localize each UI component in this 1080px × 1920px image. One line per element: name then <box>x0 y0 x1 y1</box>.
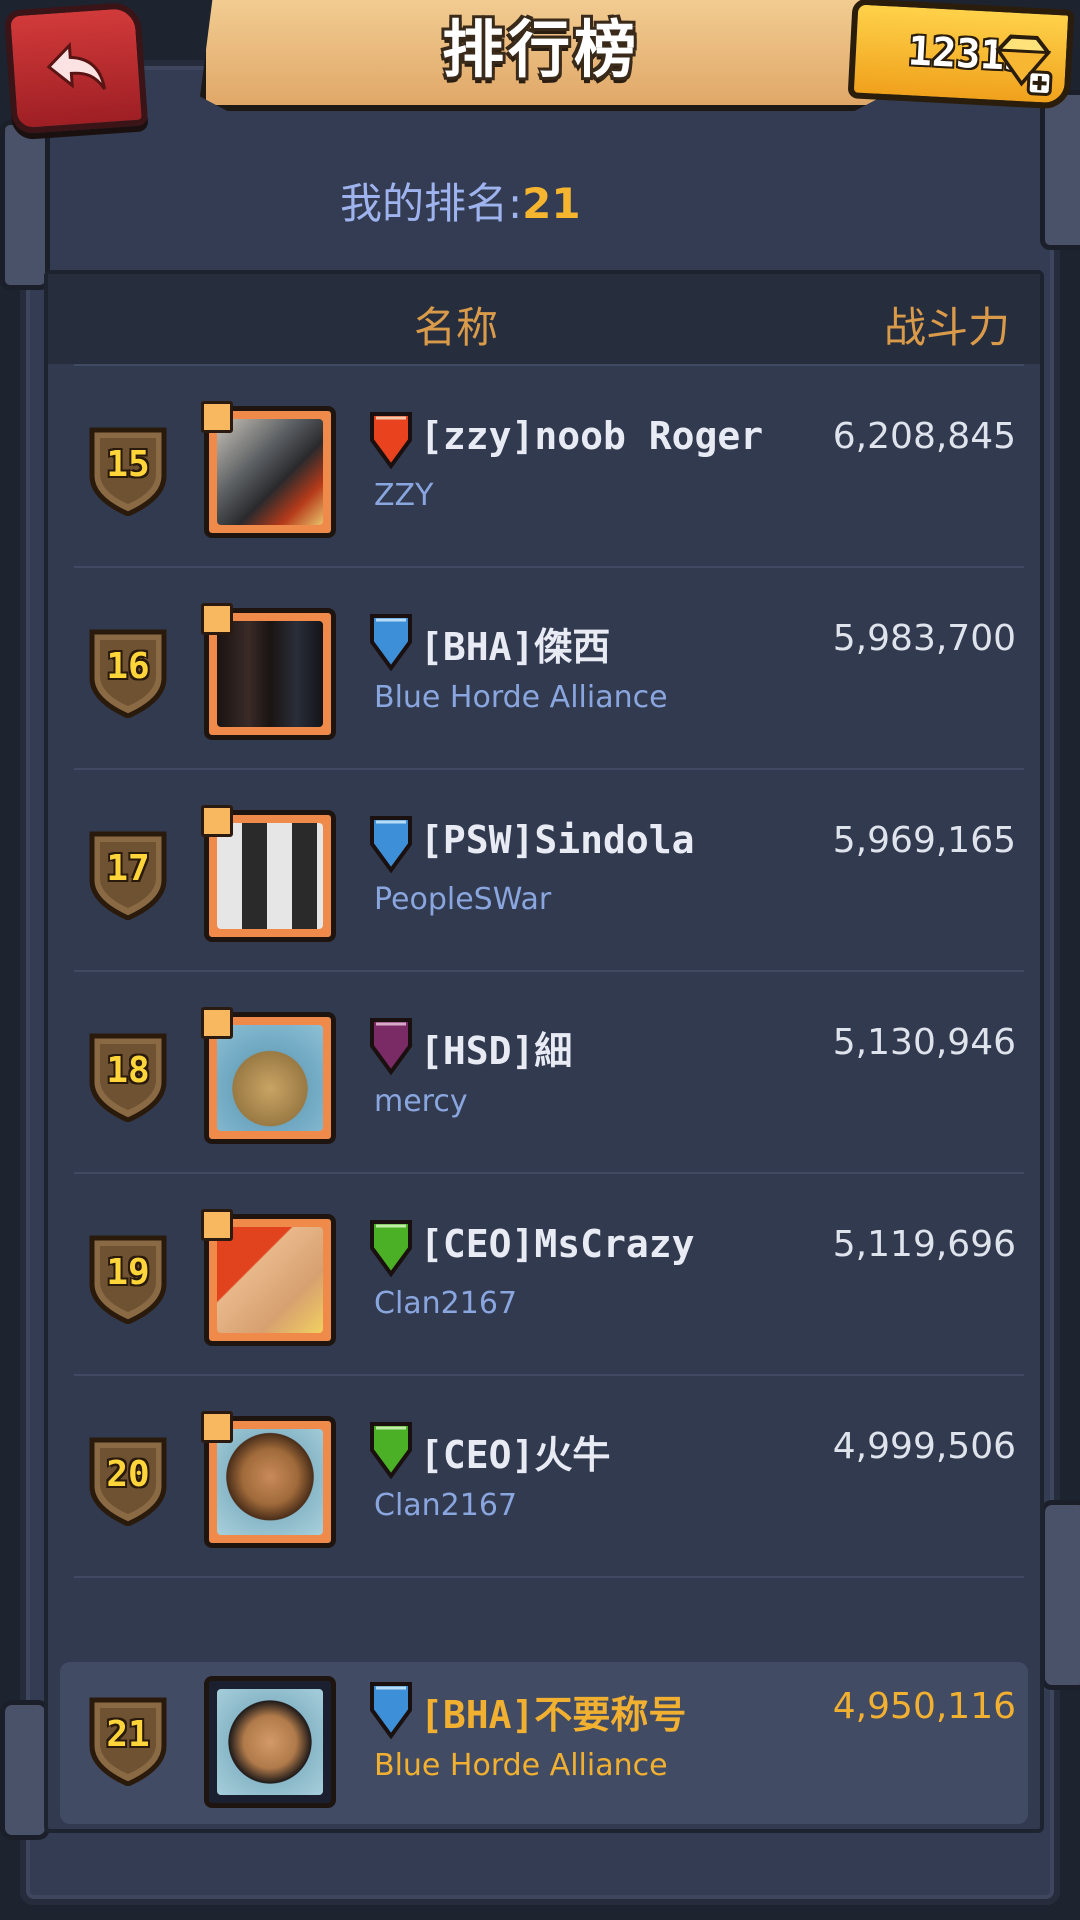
rank-number: 17 <box>106 848 150 889</box>
column-header-power: 战斗力 <box>883 303 1010 352</box>
rank-shield-icon: 18 <box>88 1030 168 1123</box>
clan-flag-icon <box>370 1018 412 1076</box>
clan-name: Blue Horde Alliance <box>374 680 668 715</box>
battle-power: 5,983,700 <box>832 618 1016 659</box>
player-avatar <box>201 1209 336 1346</box>
player-name: [BHA]傑西 <box>420 625 611 669</box>
rank-number: 18 <box>106 1050 150 1091</box>
battle-power: 4,950,116 <box>832 1686 1016 1727</box>
my-table-row[interactable]: 21 [BHA]不要称号 Blue Horde Alliance 4,950,1… <box>60 1662 1028 1824</box>
rock-decoration <box>0 1700 50 1840</box>
rank-shield-icon: 16 <box>88 626 168 719</box>
badge-icon <box>201 1209 233 1241</box>
player-name: [BHA]不要称号 <box>420 1693 687 1737</box>
rank-number: 16 <box>106 646 150 687</box>
player-name: [HSD]細 <box>420 1029 573 1073</box>
badge-icon <box>201 805 233 837</box>
rock-decoration <box>0 120 50 290</box>
battle-power: 5,969,165 <box>832 820 1016 861</box>
rock-decoration <box>1040 1500 1080 1690</box>
player-name: [PSW]Sindola <box>420 818 695 862</box>
leaderboard-table[interactable]: 名称 战斗力 Blue Horde Alliance 15 <box>44 270 1044 1833</box>
player-name: [CEO]MsCrazy <box>420 1222 695 1266</box>
battle-power: 6,208,845 <box>832 416 1016 457</box>
gem-counter[interactable]: 12313 <box>847 0 1075 110</box>
clan-flag-icon <box>370 412 412 470</box>
table-row[interactable]: 20 [CEO]火牛 Clan2167 4,999,506 <box>48 1376 1040 1578</box>
table-header: 名称 战斗力 <box>48 274 1040 364</box>
badge-icon <box>201 1007 233 1039</box>
clan-name: ZZY <box>374 478 434 513</box>
table-row[interactable]: 19 [CEO]MsCrazy Clan2167 5,119,696 <box>48 1174 1040 1376</box>
clan-flag-icon <box>370 1422 412 1480</box>
clan-flag-icon <box>370 1220 412 1278</box>
clan-flag-icon <box>370 614 412 672</box>
badge-icon <box>201 401 233 433</box>
badge-icon <box>201 1411 233 1443</box>
column-header-name: 名称 <box>414 303 499 352</box>
badge-icon <box>201 603 233 635</box>
player-avatar <box>204 1676 336 1808</box>
player-name: [zzy]noob Roger <box>420 414 764 458</box>
rank-number: 19 <box>106 1252 150 1293</box>
table-row[interactable]: 18 [HSD]細 mercy 5,130,946 <box>48 972 1040 1174</box>
player-avatar <box>201 1007 336 1144</box>
player-avatar <box>201 1411 336 1548</box>
battle-power: 5,119,696 <box>832 1224 1016 1265</box>
page-title: 排行榜 <box>441 12 640 86</box>
title-banner: 排行榜 <box>200 0 882 111</box>
back-arrow-icon <box>46 41 107 90</box>
rank-number: 15 <box>106 444 150 485</box>
rank-number: 21 <box>106 1714 150 1755</box>
diamond-plus-icon[interactable] <box>988 28 1057 97</box>
clan-flag-icon <box>370 816 412 874</box>
table-row[interactable]: 17 [PSW]Sindola PeopleSWar 5,969,165 <box>48 770 1040 972</box>
back-button[interactable] <box>3 1 149 135</box>
rank-shield-icon: 19 <box>88 1232 168 1325</box>
player-name: [CEO]火牛 <box>420 1433 611 1477</box>
clan-name: PeopleSWar <box>374 882 552 917</box>
clan-flag-icon <box>370 1682 412 1740</box>
rock-decoration <box>1040 90 1080 250</box>
battle-power: 5,130,946 <box>832 1022 1016 1063</box>
my-rank: 我的排名:21 <box>340 170 581 231</box>
clan-name: mercy <box>374 1084 468 1119</box>
clan-name: Clan2167 <box>374 1488 518 1523</box>
rank-shield-icon: 20 <box>88 1434 168 1527</box>
rank-shield-icon: 15 <box>88 424 168 517</box>
rank-number: 20 <box>106 1454 150 1495</box>
my-rank-label: 我的排名: <box>340 179 523 228</box>
player-avatar <box>201 805 336 942</box>
table-row[interactable]: 16 [BHA]傑西 Blue Horde Alliance 5,983,700 <box>48 568 1040 770</box>
player-avatar <box>201 603 336 740</box>
my-rank-value: 21 <box>522 179 581 228</box>
player-avatar <box>201 401 336 538</box>
rank-shield-icon: 17 <box>88 828 168 921</box>
clan-name: Clan2167 <box>374 1286 518 1321</box>
battle-power: 4,999,506 <box>832 1426 1016 1467</box>
rank-shield-icon: 21 <box>88 1694 168 1787</box>
table-row[interactable]: 15 [zzy]noob Roger ZZY 6,208,845 <box>48 366 1040 568</box>
clan-name: Blue Horde Alliance <box>374 1748 668 1783</box>
